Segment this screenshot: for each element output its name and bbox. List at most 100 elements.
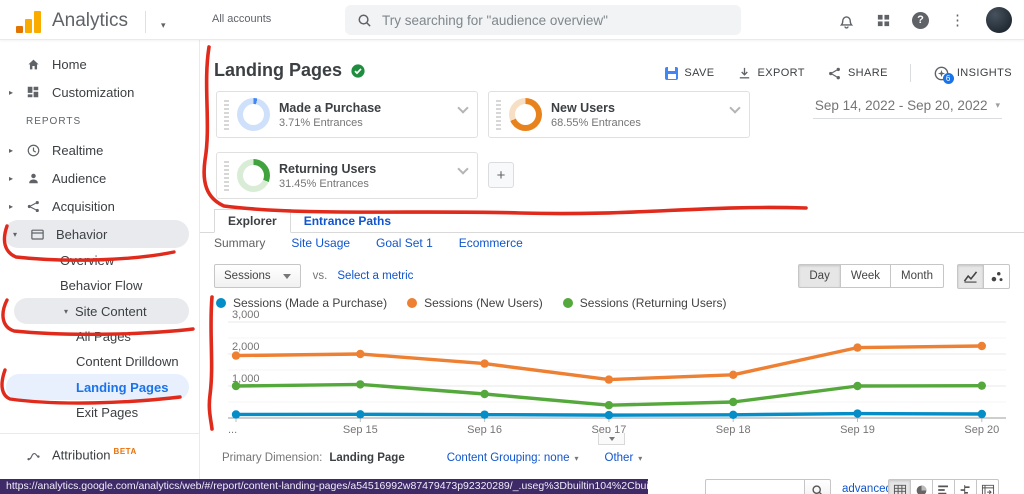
segment-card-returning-users[interactable]: Returning Users 31.45% Entrances [216, 152, 478, 199]
search-icon [357, 13, 372, 28]
tab-entrance-paths[interactable]: Entrance Paths [291, 210, 404, 232]
sidebar-item-site-content[interactable]: ▾ Site Content [14, 298, 189, 324]
chart-legend: Sessions (Made a Purchase) Sessions (New… [216, 296, 727, 310]
sidebar-item-behavior[interactable]: ▾ Behavior [4, 220, 189, 248]
logo-divider [145, 11, 146, 33]
primary-dimension-bar: Primary Dimension: Landing Page Content … [222, 452, 642, 464]
pivot-view-button[interactable] [976, 479, 999, 494]
tab-explorer[interactable]: Explorer [214, 209, 291, 233]
global-search[interactable] [345, 5, 741, 35]
date-range-selector[interactable]: Sep 14, 2022 - Sep 20, 2022 ▾ [813, 96, 1002, 119]
realtime-clock-icon [22, 143, 44, 158]
subtab-ecommerce[interactable]: Ecommerce [459, 236, 523, 250]
google-apps-button[interactable] [876, 13, 891, 28]
expand-icon[interactable]: ▸ [0, 174, 22, 183]
granularity-day-button[interactable]: Day [798, 264, 840, 288]
select-a-metric-link[interactable]: Select a metric [337, 270, 413, 282]
pivot-icon [981, 484, 995, 494]
search-icon [811, 484, 824, 494]
legend-dot [563, 298, 573, 308]
chevron-down-icon[interactable] [457, 163, 468, 174]
sidebar-item-realtime[interactable]: ▸ Realtime [0, 136, 199, 164]
subtab-site-usage[interactable]: Site Usage [291, 236, 350, 250]
account-switcher-chevron-icon[interactable]: ▾ [161, 20, 166, 31]
search-input[interactable] [382, 13, 729, 28]
table-search-input[interactable] [705, 479, 805, 494]
expand-icon[interactable]: ▸ [0, 146, 22, 155]
svg-text:3,000: 3,000 [232, 310, 260, 321]
metric-dropdown[interactable]: Sessions [214, 264, 301, 288]
content-grouping-link[interactable]: Content Grouping: none ▾ [447, 452, 579, 464]
sidebar-item-landing-pages[interactable]: Landing Pages [6, 374, 189, 400]
subtab-bar: Summary Site Usage Goal Set 1 Ecommerce [214, 236, 523, 250]
sidebar-item-acquisition[interactable]: ▸ Acquisition [0, 192, 199, 220]
percentage-view-button[interactable] [910, 479, 933, 494]
status-bar-url: https://analytics.google.com/analytics/w… [0, 479, 648, 494]
sidebar-item-behavior-flow[interactable]: Behavior Flow [0, 273, 199, 298]
expand-icon[interactable]: ▸ [0, 202, 22, 211]
granularity-week-button[interactable]: Week [840, 264, 891, 288]
performance-view-button[interactable] [932, 479, 955, 494]
avatar[interactable] [986, 7, 1012, 33]
sidebar-item-customization[interactable]: ▸ Customization [0, 78, 199, 106]
primary-dimension-label: Primary Dimension: [222, 452, 322, 464]
caret-down-icon: ▾ [638, 454, 642, 463]
legend-dot [407, 298, 417, 308]
table-search-button[interactable] [804, 479, 831, 494]
segment-card-new-users[interactable]: New Users 68.55% Entrances [488, 91, 750, 138]
sidebar-item-overview[interactable]: Overview [0, 248, 199, 273]
help-icon: ? [912, 12, 929, 29]
share-button[interactable]: SHARE [827, 66, 888, 81]
segment-card-made-a-purchase[interactable]: Made a Purchase 3.71% Entrances [216, 91, 478, 138]
primary-dimension-value[interactable]: Landing Page [329, 452, 404, 464]
sidebar-item-exit-pages[interactable]: Exit Pages [0, 400, 199, 425]
save-button[interactable]: SAVE [665, 67, 714, 80]
other-dimension-link[interactable]: Other ▾ [605, 452, 643, 464]
sidebar-item-attribution[interactable]: AttributionBETA [0, 441, 199, 469]
help-button[interactable]: ? [912, 12, 929, 29]
motion-chart-icon [990, 270, 1004, 283]
sidebar-item-home[interactable]: Home [0, 50, 199, 78]
add-segment-button[interactable]: + [488, 162, 514, 188]
sessions-line-chart: 1,0002,0003,000...Sep 15Sep 16Sep 17Sep … [214, 310, 1014, 436]
data-table-view-button[interactable] [888, 479, 911, 494]
collapse-icon[interactable]: ▾ [64, 307, 68, 316]
motion-chart-toggle-button[interactable] [983, 264, 1010, 289]
chevron-down-icon: ▾ [995, 100, 1000, 111]
export-button[interactable]: EXPORT [737, 66, 805, 81]
more-options-button[interactable]: ⋮ [950, 11, 965, 29]
customization-icon [22, 85, 44, 99]
legend-item-made-a-purchase: Sessions (Made a Purchase) [216, 296, 387, 310]
insights-button[interactable]: 6 INSIGHTS [933, 65, 1012, 82]
subtab-summary[interactable]: Summary [214, 236, 265, 250]
line-chart-toggle-button[interactable] [957, 264, 984, 289]
sidebar: Home ▸ Customization REPORTS ▸ Realtime [0, 40, 200, 494]
sidebar-item-audience[interactable]: ▸ Audience [0, 164, 199, 192]
drag-handle[interactable] [224, 161, 229, 191]
insights-icon: 6 [933, 65, 951, 82]
chart-annotations-expander[interactable] [598, 433, 625, 445]
page-title: Landing Pages [214, 60, 342, 81]
share-icon [827, 66, 842, 81]
legend-item-new-users: Sessions (New Users) [407, 296, 543, 310]
expand-icon[interactable]: ▸ [0, 88, 22, 97]
attribution-icon [22, 448, 44, 463]
beta-badge: BETA [114, 447, 137, 456]
chart-controls: Sessions vs. Select a metric Day Week Mo… [214, 262, 1010, 290]
drag-handle[interactable] [224, 100, 229, 130]
analytics-logo[interactable]: Analytics ▾ [16, 7, 166, 33]
drag-handle[interactable] [496, 100, 501, 130]
subtab-goal-set-1[interactable]: Goal Set 1 [376, 236, 433, 250]
caret-down-icon [609, 437, 615, 441]
comparison-view-button[interactable] [954, 479, 977, 494]
svg-text:Sep 18: Sep 18 [716, 424, 751, 436]
sidebar-item-all-pages[interactable]: All Pages [0, 324, 199, 349]
chevron-down-icon[interactable] [457, 102, 468, 113]
granularity-month-button[interactable]: Month [890, 264, 944, 288]
sidebar-item-content-drilldown[interactable]: Content Drilldown [0, 349, 199, 374]
notifications-button[interactable] [838, 12, 855, 29]
collapse-icon[interactable]: ▾ [4, 230, 26, 239]
advanced-filter-link[interactable]: advanced [842, 483, 892, 494]
verified-badge-icon [350, 63, 366, 79]
chevron-down-icon[interactable] [729, 102, 740, 113]
